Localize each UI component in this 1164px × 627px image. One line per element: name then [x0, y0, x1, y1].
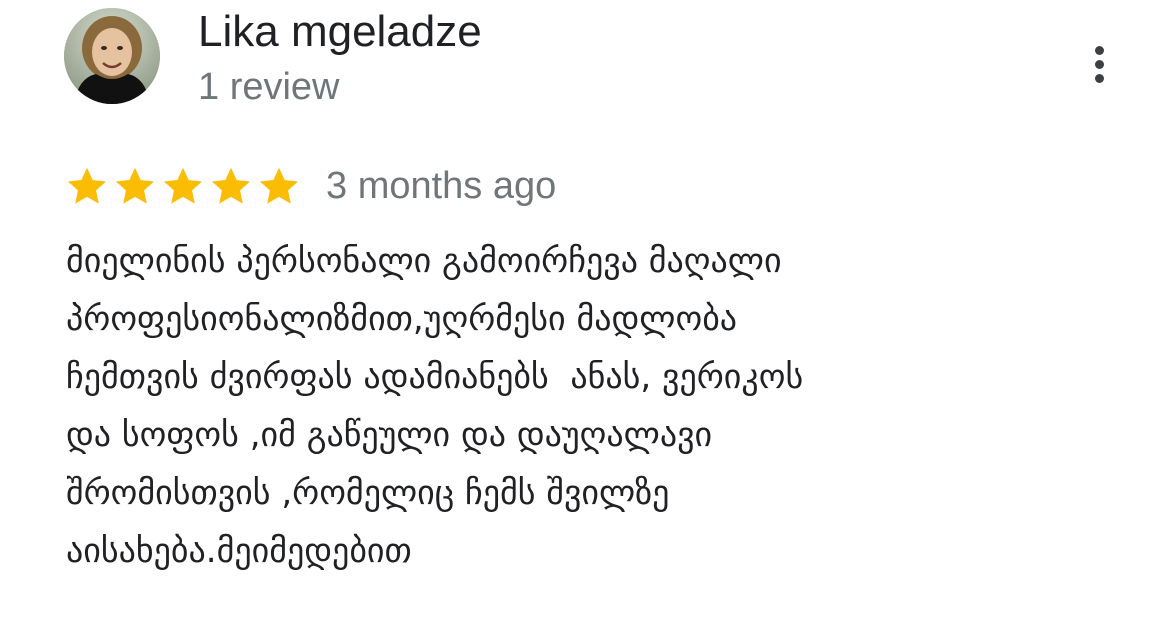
- review-text-line: მიელინის პერსონალი გამოირჩევა მაღალი: [66, 241, 782, 281]
- profile-photo-icon: [64, 8, 160, 104]
- review-text-line: პროფესიონალიზმით,უღრმესი მადლობა: [66, 299, 738, 339]
- review-card: Lika mgeladze 1 review 3 months ago მიელ…: [0, 0, 1164, 627]
- avatar[interactable]: [64, 8, 160, 104]
- review-text-line: ჩემთვის ძვირფას ადამიანებს ანას, ვერიკოს: [66, 357, 804, 397]
- star-icon: [116, 167, 154, 204]
- author-review-count[interactable]: 1 review: [198, 64, 340, 110]
- review-text-line: აისახება.მეიმედებით: [66, 531, 412, 571]
- author-name[interactable]: Lika mgeladze: [198, 6, 482, 58]
- rating-row: 3 months ago: [64, 162, 556, 210]
- review-text-line: და სოფოს ,იმ გაწეული და დაუღალავი: [66, 415, 713, 455]
- review-text: მიელინის პერსონალი გამოირჩევა მაღალი პროფ…: [66, 232, 1136, 580]
- more-vert-icon-dot: [1094, 59, 1104, 69]
- more-vert-icon-dot: [1094, 73, 1104, 83]
- star-rating: [64, 163, 302, 209]
- more-options-button[interactable]: [1080, 40, 1118, 88]
- star-icon: [164, 167, 202, 204]
- more-vert-icon: [1094, 45, 1104, 55]
- review-time: 3 months ago: [326, 165, 557, 207]
- star-icon: [212, 167, 250, 204]
- star-icon: [68, 167, 106, 204]
- review-text-line: შრომისთვის ,რომელიც ჩემს შვილზე: [66, 473, 670, 513]
- star-icon: [260, 167, 298, 204]
